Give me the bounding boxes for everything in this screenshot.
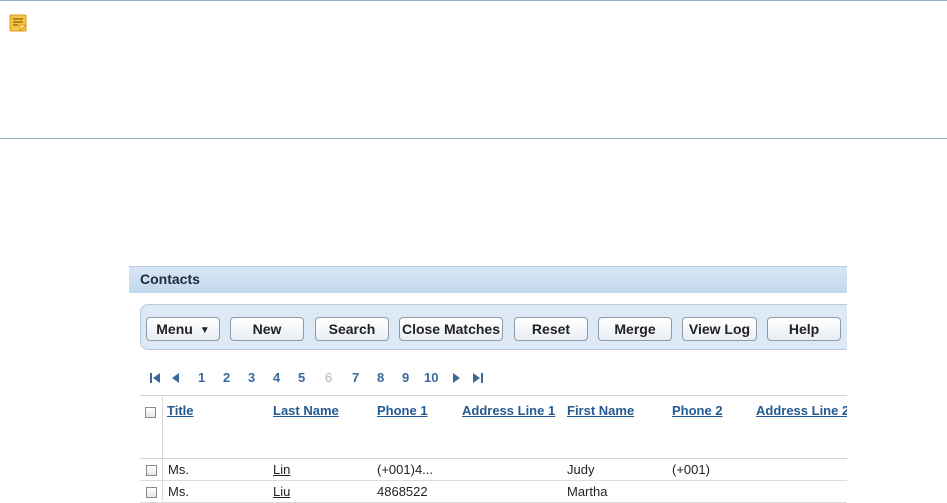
menu-button-label: Menu: [156, 321, 193, 337]
close-matches-button[interactable]: Close Matches: [399, 317, 503, 341]
page-link-7[interactable]: 7: [352, 370, 359, 385]
page-link-2[interactable]: 2: [223, 370, 230, 385]
reset-button[interactable]: Reset: [514, 317, 588, 341]
cell-phone-2: (+001): [672, 462, 710, 477]
page-link-4[interactable]: 4: [273, 370, 280, 385]
notes-panel: [0, 0, 947, 139]
current-page: 6: [325, 370, 333, 385]
page-link-3[interactable]: 3: [248, 370, 255, 385]
next-page-icon[interactable]: [451, 372, 463, 384]
view-log-button[interactable]: View Log: [682, 317, 757, 341]
cell-title: Ms.: [168, 462, 189, 477]
previous-page-icon[interactable]: [169, 372, 181, 384]
column-header-phone-2[interactable]: Phone 2: [672, 403, 723, 418]
page-link-5[interactable]: 5: [298, 370, 305, 385]
column-header-title[interactable]: Title: [167, 403, 194, 418]
table-row[interactable]: Ms. Lin (+001)4... Judy (+001): [140, 459, 847, 481]
menu-dropdown-icon: ▼: [199, 325, 210, 336]
table-row[interactable]: Ms. Liu 4868522 Martha: [140, 481, 847, 503]
new-button[interactable]: New: [230, 317, 304, 341]
row-checkbox[interactable]: [146, 487, 157, 498]
page-link-10[interactable]: 10: [424, 370, 438, 385]
applet-title-bar: Contacts: [129, 266, 847, 293]
select-all-checkbox[interactable]: [145, 407, 156, 418]
help-button[interactable]: Help: [767, 317, 841, 341]
cell-title: Ms.: [168, 484, 189, 499]
search-button[interactable]: Search: [315, 317, 389, 341]
cell-first-name: Judy: [567, 462, 595, 477]
contacts-applet: Contacts Menu ▼ New Search Close Matches …: [129, 266, 847, 503]
cell-last-name-link[interactable]: Liu: [273, 484, 290, 499]
note-icon[interactable]: [9, 14, 27, 32]
applet-title: Contacts: [140, 271, 200, 287]
page-link-9[interactable]: 9: [402, 370, 409, 385]
cell-last-name-link[interactable]: Lin: [273, 462, 290, 477]
page-link-8[interactable]: 8: [377, 370, 384, 385]
applet-toolbar: Menu ▼ New Search Close Matches Reset Mer…: [140, 304, 847, 350]
column-header-address-line-2[interactable]: Address Line 2: [756, 403, 847, 418]
cell-phone-1: 4868522: [377, 484, 428, 499]
first-page-icon[interactable]: [149, 372, 161, 384]
last-page-icon[interactable]: [472, 372, 484, 384]
cell-phone-1: (+001)4...: [377, 462, 434, 477]
column-header-address-line-1[interactable]: Address Line 1: [462, 403, 555, 418]
menu-button[interactable]: Menu ▼: [146, 317, 220, 341]
page-link-1[interactable]: 1: [198, 370, 205, 385]
cell-first-name: Martha: [567, 484, 608, 499]
column-header-phone-1[interactable]: Phone 1: [377, 403, 428, 418]
column-header-first-name[interactable]: First Name: [567, 403, 634, 418]
column-header-last-name[interactable]: Last Name: [273, 403, 339, 418]
pagination: 1 2 3 4 5 6 7 8 9 10: [147, 370, 847, 386]
merge-button[interactable]: Merge: [598, 317, 672, 341]
row-checkbox[interactable]: [146, 465, 157, 476]
